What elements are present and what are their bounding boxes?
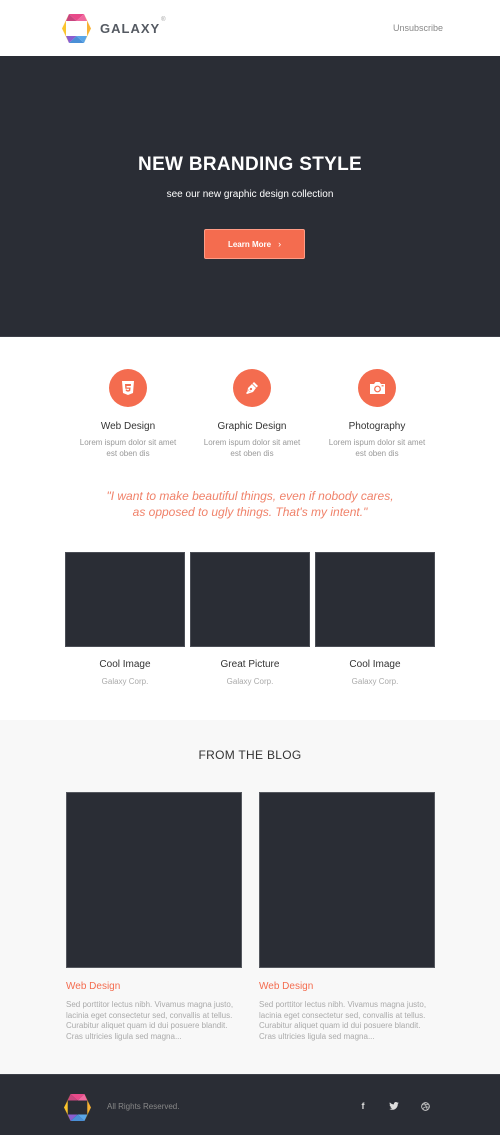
twitter-bird-icon (389, 1102, 399, 1110)
feature-icon-circle (109, 369, 147, 407)
feature-icon-circle (358, 369, 396, 407)
feature-photography: Photography Lorem ispum dolor sit amet e… (312, 369, 442, 459)
feature-description: Lorem ispum dolor sit amet est oben dis (312, 437, 442, 459)
gallery-image[interactable] (65, 552, 185, 647)
quote-line: as opposed to ugly things. That's my int… (132, 505, 368, 519)
feature-web-design: Web Design Lorem ispum dolor sit amet es… (63, 369, 193, 459)
unsubscribe-link[interactable]: Unsubscribe (393, 23, 443, 33)
feature-title: Graphic Design (217, 421, 287, 432)
camera-icon (369, 382, 385, 394)
registered-mark: ® (161, 17, 167, 23)
gallery-item[interactable]: Great Picture Galaxy Corp. (190, 552, 310, 686)
feature-desc-line: Lorem ispum dolor sit amet (203, 438, 301, 447)
pen-nib-icon (246, 382, 258, 394)
feature-graphic-design: Graphic Design Lorem ispum dolor sit ame… (187, 369, 317, 459)
gallery-title: Cool Image (99, 659, 151, 670)
dribbble-ball-icon (420, 1101, 430, 1111)
gallery-subtitle: Galaxy Corp. (226, 677, 274, 686)
excerpt-line: Cras ultricies ligula sed magna... (66, 1031, 182, 1041)
blog-post-image[interactable] (66, 792, 242, 968)
galaxy-logo-icon (64, 1094, 91, 1121)
gallery-subtitle: Galaxy Corp. (351, 677, 399, 686)
quote-line: "I want to make beautiful things, even i… (106, 489, 394, 503)
feature-description: Lorem ispum dolor sit amet est oben dis (63, 437, 193, 459)
gallery-title: Great Picture (220, 659, 280, 670)
blog-heading: FROM THE BLOG (198, 748, 302, 762)
feature-desc-line: est oben dis (230, 449, 274, 458)
excerpt-line: lacinia eget consectetur sed, convallis … (259, 1010, 426, 1020)
quote: "I want to make beautiful things, even i… (0, 488, 500, 520)
feature-description: Lorem ispum dolor sit amet est oben dis (187, 437, 317, 459)
hero-subtitle: see our new graphic design collection (166, 189, 334, 200)
facebook-icon[interactable]: f (356, 1099, 370, 1113)
gallery-image[interactable] (190, 552, 310, 647)
blog-post-title[interactable]: Web Design (66, 981, 242, 992)
learn-more-button[interactable]: Learn More › (204, 229, 305, 259)
feature-title: Photography (348, 421, 406, 432)
feature-icon-circle (233, 369, 271, 407)
dribbble-icon[interactable] (418, 1099, 432, 1113)
feature-desc-line: Lorem ispum dolor sit amet (328, 438, 426, 447)
footer: All Rights Reserved. f (0, 1074, 500, 1135)
blog-post-title[interactable]: Web Design (259, 981, 435, 992)
twitter-icon[interactable] (387, 1099, 401, 1113)
blog-post-excerpt: Sed porttitor lectus nibh. Vivamus magna… (66, 1000, 242, 1042)
feature-desc-line: Lorem ispum dolor sit amet (79, 438, 177, 447)
excerpt-line: Sed porttitor lectus nibh. Vivamus magna… (66, 1000, 234, 1009)
hero-banner: NEW BRANDING STYLE see our new graphic d… (0, 56, 500, 337)
excerpt-line: Curabitur aliquet quam id dui posuere bl… (259, 1021, 421, 1030)
feature-title: Web Design (100, 421, 156, 432)
excerpt-line: Sed porttitor lectus nibh. Vivamus magna… (259, 1000, 427, 1009)
gallery-title: Cool Image (349, 659, 401, 670)
copyright-text: All Rights Reserved. (107, 1102, 180, 1111)
blog-post: Web Design Sed porttitor lectus nibh. Vi… (259, 792, 435, 1042)
blog-post-excerpt: Sed porttitor lectus nibh. Vivamus magna… (259, 1000, 435, 1042)
facebook-glyph: f (361, 1101, 365, 1111)
feature-desc-line: est oben dis (106, 449, 150, 458)
learn-more-label: Learn More (227, 239, 272, 249)
header: GALAXY® Unsubscribe (0, 0, 500, 56)
hero-title: NEW BRANDING STYLE (138, 154, 362, 175)
excerpt-line: lacinia eget consectetur sed, convallis … (66, 1010, 233, 1020)
excerpt-line: Cras ultricies ligula sed magna... (259, 1031, 375, 1041)
gallery-item[interactable]: Cool Image Galaxy Corp. (65, 552, 185, 686)
brand-name: GALAXY® (100, 17, 167, 36)
brand-text: GALAXY (100, 21, 161, 36)
blog-post: Web Design Sed porttitor lectus nibh. Vi… (66, 792, 242, 1042)
gallery-image[interactable] (315, 552, 435, 647)
gallery-item[interactable]: Cool Image Galaxy Corp. (315, 552, 435, 686)
chevron-right-icon: › (278, 239, 282, 249)
gallery-subtitle: Galaxy Corp. (101, 677, 149, 686)
excerpt-line: Curabitur aliquet quam id dui posuere bl… (66, 1021, 228, 1030)
galaxy-logo-icon[interactable] (62, 13, 91, 44)
feature-desc-line: est oben dis (355, 449, 399, 458)
blog-section: FROM THE BLOG Web Design Sed porttitor l… (0, 720, 500, 1074)
html5-icon (122, 381, 134, 395)
blog-post-image[interactable] (259, 792, 435, 968)
